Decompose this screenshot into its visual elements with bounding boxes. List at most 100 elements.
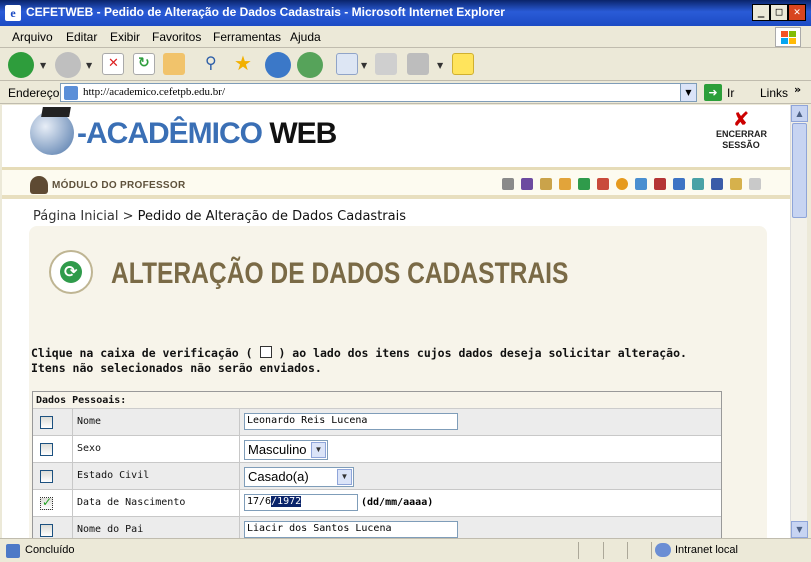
books-icon[interactable] xyxy=(521,178,533,190)
logo-globe-icon xyxy=(30,111,74,155)
professor-icon xyxy=(30,176,48,194)
module-bar: MÓDULO DO PROFESSOR xyxy=(2,167,790,199)
nome-pai-checkbox[interactable] xyxy=(40,524,53,537)
history-icon[interactable] xyxy=(297,52,323,78)
refresh-icon[interactable]: ↻ xyxy=(133,53,155,75)
sexo-select[interactable]: Masculino ▼ xyxy=(244,440,328,460)
stop-icon[interactable]: ✕ xyxy=(102,53,124,75)
home-icon[interactable] xyxy=(163,53,185,75)
back-dropdown-icon[interactable]: ▼ xyxy=(40,61,46,70)
document-icon[interactable] xyxy=(730,178,742,190)
edit-icon[interactable] xyxy=(407,53,429,75)
mail-dropdown-icon[interactable]: ▼ xyxy=(361,61,367,70)
clipboard-icon[interactable] xyxy=(540,178,552,190)
go-button[interactable]: Ir xyxy=(727,86,734,100)
menu-ajuda[interactable]: Ajuda xyxy=(290,30,321,44)
menu-editar[interactable]: Editar xyxy=(66,30,97,44)
breadcrumb-current: Pedido de Alteração de Dados Cadastrais xyxy=(137,209,406,224)
field-label: Sexo xyxy=(74,436,240,462)
chevron-down-icon[interactable]: ▼ xyxy=(337,469,352,485)
update-icon: ⟳ xyxy=(49,250,93,294)
logout-x-icon[interactable]: ✘ xyxy=(716,109,766,129)
section-label: Dados Pessoais: xyxy=(33,392,721,409)
personal-data-table: Dados Pessoais: Nome Leonardo Reis Lucen… xyxy=(32,391,722,538)
diamond-icon[interactable] xyxy=(635,178,647,190)
table-icon[interactable] xyxy=(502,178,514,190)
maximize-button[interactable]: □ xyxy=(770,4,788,21)
page-done-icon xyxy=(6,544,20,558)
address-bar: Endereço http://academico.cefetpb.edu.br… xyxy=(0,81,811,104)
close-button[interactable]: ✕ xyxy=(788,4,806,21)
notebook-icon[interactable] xyxy=(749,178,761,190)
security-zone: Intranet local xyxy=(675,544,738,556)
chevron-down-icon[interactable]: ▼ xyxy=(311,442,326,458)
menu-exibir[interactable]: Exibir xyxy=(110,30,140,44)
media-icon[interactable] xyxy=(265,52,291,78)
windows-logo-icon xyxy=(775,27,801,47)
address-dropdown-icon[interactable]: ▼ xyxy=(680,84,696,101)
chevron-right-icon[interactable]: » xyxy=(794,83,801,96)
table-row: Nome Leonardo Reis Lucena xyxy=(33,409,721,436)
checkbox-example-icon xyxy=(259,346,272,358)
go-arrow-icon[interactable]: ➜ xyxy=(704,84,722,101)
clock-icon[interactable] xyxy=(616,178,628,190)
field-label: Estado Civil xyxy=(74,463,240,489)
graduation-cap-icon xyxy=(41,107,71,117)
address-url[interactable]: http://academico.cefetpb.edu.br/ xyxy=(83,86,225,98)
vertical-scrollbar[interactable]: ▲ ▼ xyxy=(790,105,808,538)
title-bar: e CEFETWEB - Pedido de Alteração de Dado… xyxy=(0,0,811,26)
scroll-up-icon[interactable]: ▲ xyxy=(791,105,808,122)
search-icon[interactable]: ⚲ xyxy=(203,53,225,75)
menu-favoritos[interactable]: Favoritos xyxy=(152,30,201,44)
edit-dropdown-icon[interactable]: ▼ xyxy=(437,61,443,70)
app-logo[interactable]: -ACADÊMICO WEB xyxy=(77,117,337,151)
print-icon[interactable] xyxy=(375,53,397,75)
mail-icon[interactable] xyxy=(336,53,358,75)
calendar-icon[interactable] xyxy=(597,178,609,190)
address-input[interactable]: http://academico.cefetpb.edu.br/ ▼ xyxy=(60,83,697,102)
estado-civil-checkbox[interactable] xyxy=(40,470,53,483)
refresh-data-icon[interactable] xyxy=(578,178,590,190)
data-nascimento-checkbox[interactable] xyxy=(40,495,53,510)
forward-icon[interactable] xyxy=(55,52,81,78)
instructions: Clique na caixa de verificação ( ) ao la… xyxy=(31,346,687,375)
data-nascimento-input[interactable]: 17/6/1972 xyxy=(244,494,358,511)
status-bar: Concluído Intranet local xyxy=(0,538,811,562)
breadcrumb-home[interactable]: Página Inicial xyxy=(33,209,118,224)
chat-icon[interactable] xyxy=(711,178,723,190)
table-row: Nome do Pai Liacir dos Santos Lucena xyxy=(33,517,721,538)
module-label: MÓDULO DO PROFESSOR xyxy=(52,180,186,191)
users-icon[interactable] xyxy=(692,178,704,190)
grid-icon[interactable] xyxy=(673,178,685,190)
table-row: Data de Nascimento 17/6/1972 (dd/mm/aaaa… xyxy=(33,490,721,517)
estado-civil-select[interactable]: Casado(a) ▼ xyxy=(244,467,354,487)
scroll-thumb[interactable] xyxy=(792,123,807,218)
links-button[interactable]: Links xyxy=(760,86,788,100)
date-format-hint: (dd/mm/aaaa) xyxy=(361,497,434,508)
menu-arquivo[interactable]: Arquivo xyxy=(12,30,53,44)
page-icon xyxy=(64,86,78,100)
nome-checkbox[interactable] xyxy=(40,416,53,429)
forward-dropdown-icon[interactable]: ▼ xyxy=(86,61,92,70)
logout-button[interactable]: ✘ ENCERRAR SESSÃO xyxy=(716,109,767,151)
ie-icon: e xyxy=(5,5,21,21)
back-icon[interactable] xyxy=(8,52,34,78)
nome-input[interactable]: Leonardo Reis Lucena xyxy=(244,413,458,430)
field-label: Data de Nascimento xyxy=(74,490,240,516)
sexo-checkbox[interactable] xyxy=(40,443,53,456)
favorites-star-icon[interactable]: ★ xyxy=(233,51,255,75)
field-label: Nome xyxy=(74,409,240,435)
minimize-button[interactable]: _ xyxy=(752,4,770,21)
lock-icon[interactable] xyxy=(559,178,571,190)
table-row: Estado Civil Casado(a) ▼ xyxy=(33,463,721,490)
menu-ferramentas[interactable]: Ferramentas xyxy=(213,30,281,44)
scroll-down-icon[interactable]: ▼ xyxy=(791,521,808,538)
notes-icon[interactable] xyxy=(452,53,474,75)
report-icon[interactable] xyxy=(654,178,666,190)
page-title: ALTERAÇÃO DE DADOS CADASTRAIS xyxy=(111,257,569,290)
content-panel: ⟳ ALTERAÇÃO DE DADOS CADASTRAIS Clique n… xyxy=(29,226,767,538)
page-viewport: -ACADÊMICO WEB ✘ ENCERRAR SESSÃO MÓDULO … xyxy=(2,105,790,538)
table-row: Sexo Masculino ▼ xyxy=(33,436,721,463)
nome-pai-input[interactable]: Liacir dos Santos Lucena xyxy=(244,521,458,538)
toolbar: ▼ ▼ ✕ ↻ ⚲ ★ ▼ ▼ xyxy=(0,49,811,81)
